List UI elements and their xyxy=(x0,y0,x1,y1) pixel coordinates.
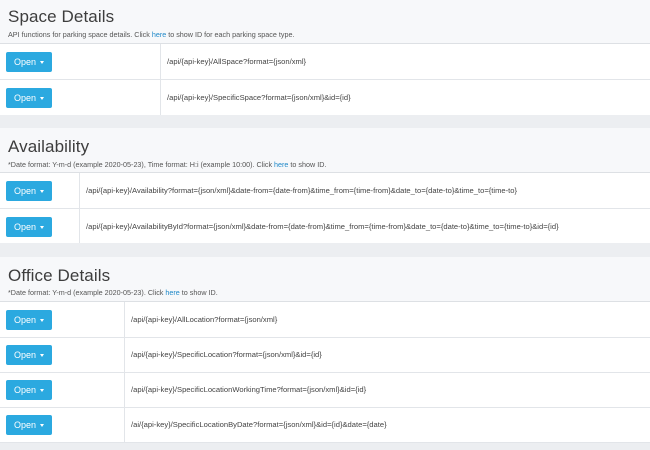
section-title: Office Details xyxy=(8,266,111,285)
caret-down-icon xyxy=(40,225,45,229)
button-cell: Open xyxy=(0,80,161,115)
section-divider xyxy=(0,243,650,257)
endpoint-url: /api/{api-key}/SpecificSpace?format={jso… xyxy=(167,93,351,102)
endpoint-url: /api/{api-key}/AvailabilityById?format={… xyxy=(86,222,559,231)
button-cell: Open xyxy=(0,44,161,79)
section-availability: Availability *Date format: Y-m-d (exampl… xyxy=(0,128,650,245)
endpoint-url: /api/{api-key}/SpecificLocation?format={… xyxy=(131,350,322,359)
endpoint-row: Open /api/{api-key}/AllLocation?format={… xyxy=(0,302,650,338)
endpoint-list: Open /api/{api-key}/AllSpace?format={jso… xyxy=(0,43,650,116)
endpoint-url: /api/{api-key}/AllSpace?format={json/xml… xyxy=(167,57,307,66)
caret-down-icon xyxy=(40,388,45,392)
endpoint-list: Open /api/{api-key}/Availability?format=… xyxy=(0,172,650,245)
section-title: Space Details xyxy=(8,7,115,26)
caret-down-icon xyxy=(40,318,45,322)
section-description: *Date format: Y-m-d (example 2020-05-23)… xyxy=(8,160,327,169)
caret-down-icon xyxy=(40,353,45,357)
open-button[interactable]: Open xyxy=(6,51,52,72)
section-office-details: Office Details *Date format: Y-m-d (exam… xyxy=(0,257,650,443)
endpoint-row: Open /api/{api-key}/SpecificSpace?format… xyxy=(0,80,650,116)
show-id-link[interactable]: here xyxy=(274,160,288,169)
endpoint-url: /ai/{api-key}/SpecificLocationByDate?for… xyxy=(131,420,387,429)
endpoint-row: Open /ai/{api-key}/SpecificLocationByDat… xyxy=(0,407,650,443)
button-cell: Open xyxy=(0,209,80,244)
endpoint-row: Open /api/{api-key}/Availability?format=… xyxy=(0,173,650,209)
caret-down-icon xyxy=(40,96,45,100)
open-button[interactable]: Open xyxy=(6,414,52,435)
button-cell: Open xyxy=(0,407,125,442)
endpoint-row: Open /api/{api-key}/SpecificLocationWork… xyxy=(0,372,650,408)
open-button[interactable]: Open xyxy=(6,87,52,108)
button-cell: Open xyxy=(0,173,80,208)
section-header: Office Details *Date format: Y-m-d (exam… xyxy=(0,257,650,298)
button-cell: Open xyxy=(0,337,125,372)
open-button[interactable]: Open xyxy=(6,344,52,365)
open-button[interactable]: Open xyxy=(6,216,52,237)
caret-down-icon xyxy=(40,60,45,64)
button-cell: Open xyxy=(0,372,125,407)
section-description: API functions for parking space details.… xyxy=(8,30,295,39)
open-button[interactable]: Open xyxy=(6,180,52,201)
open-button[interactable]: Open xyxy=(6,309,52,330)
section-header: Availability *Date format: Y-m-d (exampl… xyxy=(0,128,650,170)
caret-down-icon xyxy=(40,189,45,193)
endpoint-url: /api/{api-key}/Availability?format={json… xyxy=(86,186,518,195)
section-title: Availability xyxy=(8,137,90,156)
endpoint-row: Open /api/{api-key}/AllSpace?format={jso… xyxy=(0,44,650,80)
show-id-link[interactable]: here xyxy=(152,30,166,39)
show-id-link[interactable]: here xyxy=(165,288,179,297)
section-space-details: Space Details API functions for parking … xyxy=(0,0,650,116)
open-button[interactable]: Open xyxy=(6,379,52,400)
page-bottom-edge xyxy=(0,443,650,450)
button-cell: Open xyxy=(0,302,125,337)
caret-down-icon xyxy=(40,423,45,427)
endpoint-url: /api/{api-key}/SpecificLocationWorkingTi… xyxy=(131,385,367,394)
endpoint-list: Open /api/{api-key}/AllLocation?format={… xyxy=(0,301,650,443)
section-description: *Date format: Y-m-d (example 2020-05-23)… xyxy=(8,288,218,297)
section-divider xyxy=(0,115,650,128)
endpoint-url: /api/{api-key}/AllLocation?format={json/… xyxy=(131,315,278,324)
endpoint-row: Open /api/{api-key}/AvailabilityById?for… xyxy=(0,209,650,245)
section-header: Space Details API functions for parking … xyxy=(0,0,650,40)
endpoint-row: Open /api/{api-key}/SpecificLocation?for… xyxy=(0,337,650,373)
